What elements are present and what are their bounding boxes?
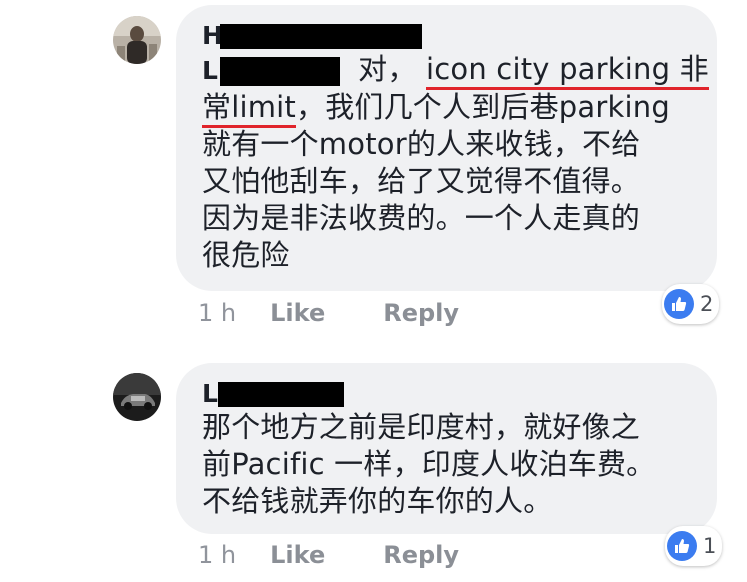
reply-button[interactable]: Reply	[383, 540, 459, 570]
reaction-summary[interactable]: 2	[662, 284, 720, 324]
comment-text: 那个地方之前是印度村，就好像之 前Pacific 一样，印度人收泊车费。 不给钱…	[202, 409, 695, 520]
reply-button[interactable]: Reply	[383, 298, 459, 328]
reaction-count: 1	[703, 534, 717, 558]
comment-line: 很危险	[202, 238, 290, 272]
comment-bubble: H L 对， icon city parking 非 常limit，我们几个人到后…	[176, 5, 717, 291]
thumbs-up-icon	[664, 289, 694, 319]
comment-line: 又怕他刮车，给了又觉得不值得。	[202, 164, 641, 198]
mentioned-user[interactable]: L	[202, 56, 340, 86]
comment-author[interactable]: H	[202, 21, 695, 51]
comment-author[interactable]: L	[202, 379, 695, 409]
comment-line: 前Pacific 一样，印度人收泊车费。	[202, 447, 656, 481]
like-button[interactable]: Like	[270, 298, 325, 328]
avatar[interactable]	[113, 16, 161, 64]
comment-line: 因为是非法收费的。一个人走真的	[202, 201, 641, 235]
comment-line: 就有一个motor的人来收钱，不给	[202, 127, 641, 161]
like-button[interactable]: Like	[270, 540, 325, 570]
avatar[interactable]	[113, 373, 161, 421]
timestamp[interactable]: 1 h	[198, 298, 236, 328]
highlighted-text: icon city parking 非	[425, 52, 709, 90]
reaction-summary[interactable]: 1	[665, 526, 723, 566]
redaction-box	[220, 24, 422, 49]
comment-line: 常limit，我们几个人到后巷parking	[202, 89, 695, 128]
redaction-box	[218, 382, 344, 407]
comment-line: 不给钱就弄你的车你的人。	[202, 484, 553, 518]
author-initial: L	[202, 379, 218, 408]
comment-line: L 对， icon city parking 非	[202, 51, 709, 90]
comment-actions: 1 h Like Reply	[198, 298, 459, 328]
comment-actions: 1 h Like Reply	[198, 540, 459, 570]
timestamp[interactable]: 1 h	[198, 540, 236, 570]
reaction-count: 2	[700, 292, 714, 316]
highlighted-text: 常limit	[202, 90, 296, 128]
comment-line: 那个地方之前是印度村，就好像之	[202, 410, 641, 444]
thumbs-up-icon	[667, 531, 697, 561]
comment-bubble: L 那个地方之前是印度村，就好像之 前Pacific 一样，印度人收泊车费。 不…	[176, 363, 717, 534]
redaction-box	[220, 57, 340, 86]
comment-thread: H L 对， icon city parking 非 常limit，我们几个人到后…	[0, 0, 747, 582]
comment-text: L 对， icon city parking 非 常limit，我们几个人到后巷p…	[202, 51, 709, 274]
